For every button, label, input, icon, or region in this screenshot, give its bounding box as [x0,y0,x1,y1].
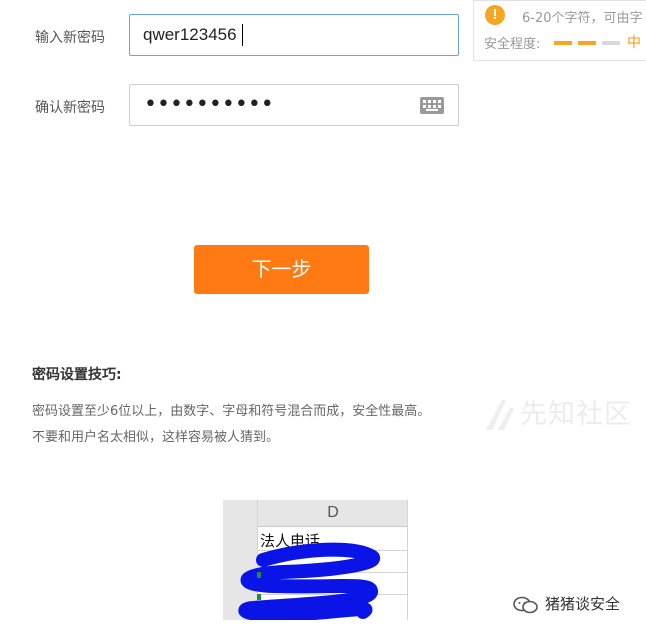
new-password-value: qwer123456 [143,25,237,44]
account-name: 猪猪谈安全 [545,595,621,613]
new-password-input[interactable]: qwer123456 [129,14,459,56]
confirm-password-masked-value: •••••••••• [144,92,274,117]
xianzhi-logo-icon [486,400,514,430]
warning-icon: ! [485,5,505,25]
wechat-icon [513,596,538,614]
password-strength-tooltip: ! 6-20个字符，可由字 安全程度: 中 [473,0,646,61]
tips-line-1: 密码设置至少6位以上，由数字、字母和符号混合而成，安全性最高。 [32,404,431,419]
tips-line-2: 不要和用户名太相似，这样容易被人猜到。 [32,430,280,445]
next-step-button[interactable]: 下一步 [194,245,369,294]
keyboard-icon[interactable] [420,97,444,114]
redaction-scribble [238,542,381,620]
strength-bar-2 [578,41,596,45]
strength-bar-1 [554,41,572,45]
tips-title: 密码设置技巧: [32,367,122,383]
confirm-password-input[interactable]: •••••••••• [129,84,459,126]
confirm-password-label: 确认新密码 [35,100,105,116]
strength-label: 安全程度: [484,37,541,52]
text-caret [242,24,243,46]
watermark-text: 先知社区 [520,399,632,430]
new-password-label: 输入新密码 [35,30,105,46]
strength-bar-3 [602,41,620,45]
strength-value: 中 [627,35,641,51]
password-rule-hint: 6-20个字符，可由字 [522,11,643,26]
spreadsheet-snippet: D 法人电话 [223,500,411,620]
